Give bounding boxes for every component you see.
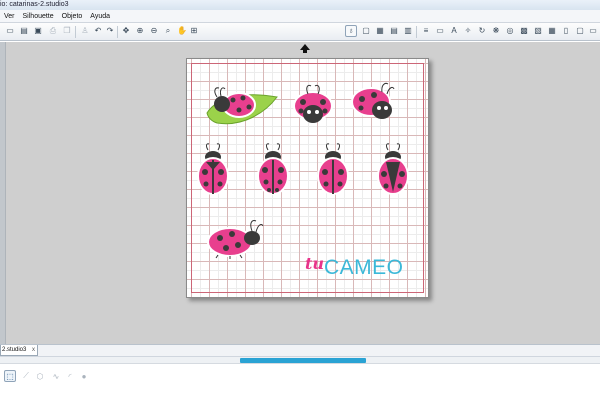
pointer-icon[interactable]: ⬚ <box>4 370 16 382</box>
text-style-icon[interactable]: ≡ <box>420 25 432 37</box>
watermark-prefix: tu <box>305 254 325 273</box>
document-tab-label: 2.studio3 <box>2 347 27 353</box>
print-icon[interactable]: ⎙ <box>47 25 59 37</box>
save-icon[interactable]: ▣ <box>32 25 44 37</box>
circle-icon[interactable]: ● <box>78 370 90 382</box>
top-view-ladybug[interactable] <box>316 142 350 198</box>
menu-silhouette[interactable]: Silhouette <box>19 10 58 23</box>
face-ladybug[interactable] <box>290 82 336 126</box>
fill-color-icon[interactable]: ◎ <box>504 25 516 37</box>
top-view-ladybug[interactable] <box>256 142 290 198</box>
polygon-icon[interactable]: ⬡ <box>34 370 46 382</box>
zoom-out-icon[interactable]: ⊖ <box>148 25 160 37</box>
feed-direction-arrow-stem <box>303 50 307 53</box>
menu-ver[interactable]: Ver <box>0 10 19 23</box>
fill-pattern-icon[interactable]: ▦ <box>546 25 558 37</box>
text-icon[interactable]: A <box>448 25 460 37</box>
menu-ayuda[interactable]: Ayuda <box>86 10 114 23</box>
left-tool-strip <box>0 42 6 344</box>
drawing-tools-bar: ⬚ ⟋ ⬡ ∿ ◜ ● <box>0 363 600 400</box>
zoom-in-icon[interactable]: ⊕ <box>134 25 146 37</box>
menu-bar: Ver Silhouette Objeto Ayuda <box>0 10 600 23</box>
leaf-ladybug[interactable] <box>203 83 281 129</box>
undo-icon[interactable]: ↶ <box>92 25 104 37</box>
curve-icon[interactable]: ∿ <box>50 370 62 382</box>
person-icon[interactable]: ♙ <box>79 25 91 37</box>
open-icon[interactable]: ▤ <box>18 25 30 37</box>
window-title: io: catarinas-2.studio3 <box>0 1 69 8</box>
send-icon[interactable]: ▭ <box>587 25 599 37</box>
line-style-icon[interactable]: ▧ <box>532 25 544 37</box>
document-tab-strip: 2.studio3 x <box>0 344 600 356</box>
main-toolbar: ▭ ▤ ▣ ⎙ ❐ ♙ ↶ ↷ ✥ ⊕ ⊖ ⌕ ✋ ⊞ ♁ ▢ ▦ ▤ ▥ ≡ … <box>0 23 600 41</box>
close-icon[interactable]: x <box>32 345 35 355</box>
transform-icon[interactable]: ✧ <box>462 25 474 37</box>
tu-cameo-watermark: tu CAMEO <box>305 254 427 284</box>
toolbar-separator <box>117 26 118 38</box>
horizontal-scrollbar[interactable] <box>0 356 600 363</box>
store-icon[interactable]: ▢ <box>574 25 586 37</box>
align-icon[interactable]: ▤ <box>388 25 400 37</box>
replicate-icon[interactable]: ▥ <box>402 25 414 37</box>
window-title-bar: io: catarinas-2.studio3 <box>0 0 600 10</box>
toolbar-separator <box>75 26 76 38</box>
page-icon[interactable]: ▭ <box>4 25 16 37</box>
top-view-ladybug[interactable] <box>196 142 230 198</box>
walking-ladybug[interactable] <box>204 214 266 260</box>
watermark-brand: CAMEO <box>324 256 404 279</box>
modify-icon[interactable]: ↻ <box>476 25 488 37</box>
offset-icon[interactable]: ▭ <box>434 25 446 37</box>
line-color-icon[interactable]: ▩ <box>518 25 530 37</box>
hand-icon[interactable]: ✋ <box>176 25 188 37</box>
trace-icon[interactable]: ❋ <box>490 25 502 37</box>
top-view-ladybug[interactable] <box>376 142 410 198</box>
pan-icon[interactable]: ✥ <box>120 25 132 37</box>
library-icon[interactable]: ▯ <box>560 25 572 37</box>
redo-icon[interactable]: ↷ <box>104 25 116 37</box>
line-icon[interactable]: ⟋ <box>20 370 32 382</box>
design-page-icon[interactable]: ▢ <box>360 25 372 37</box>
toolbar-separator <box>416 26 417 38</box>
cameo-settings-icon[interactable]: ♁ <box>345 25 357 37</box>
arc-icon[interactable]: ◜ <box>64 370 76 382</box>
copy-icon[interactable]: ❐ <box>61 25 73 37</box>
grid-settings-icon[interactable]: ▦ <box>374 25 386 37</box>
document-tab[interactable]: 2.studio3 x <box>0 345 38 356</box>
face-ladybug[interactable] <box>348 80 398 126</box>
grid-icon[interactable]: ⊞ <box>188 25 200 37</box>
menu-objeto[interactable]: Objeto <box>58 10 87 23</box>
zoom-fit-icon[interactable]: ⌕ <box>162 25 174 37</box>
